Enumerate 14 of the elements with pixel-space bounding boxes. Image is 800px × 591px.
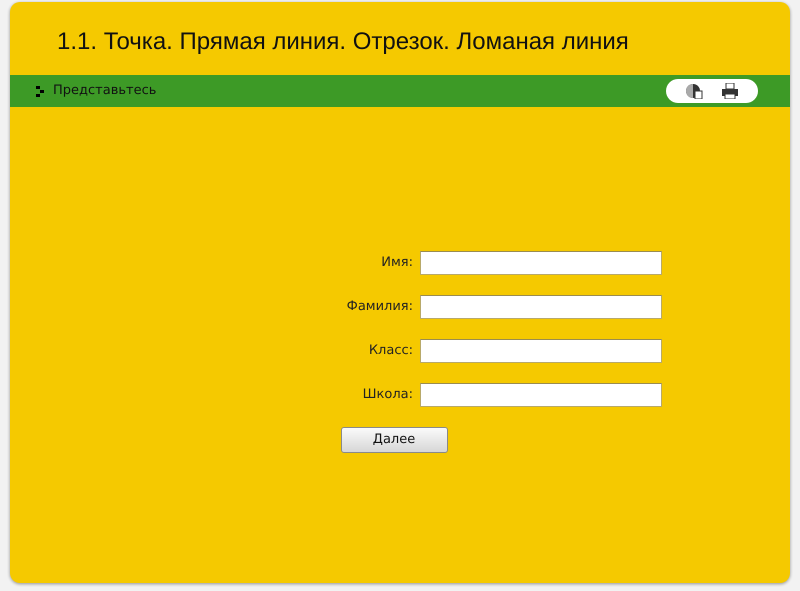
input-field[interactable] (420, 339, 662, 363)
input-field[interactable] (420, 251, 662, 275)
page-title: 1.1. Точка. Прямая линия. Отрезок. Ломаная линия (56, 27, 630, 57)
globe-document-icon[interactable] (685, 83, 703, 99)
field-label: Имя: (380, 254, 414, 272)
input-field[interactable] (420, 295, 662, 319)
arrow-icon (36, 86, 45, 96)
input-field[interactable] (420, 383, 662, 407)
toolbar-label: Представьтесь (53, 82, 156, 100)
next-button[interactable]: Далее (340, 427, 448, 453)
print-icon[interactable] (721, 83, 739, 99)
field-label: Школа: (362, 386, 414, 404)
field-label: Фамилия: (346, 298, 414, 316)
field-label: Класс: (368, 342, 414, 360)
